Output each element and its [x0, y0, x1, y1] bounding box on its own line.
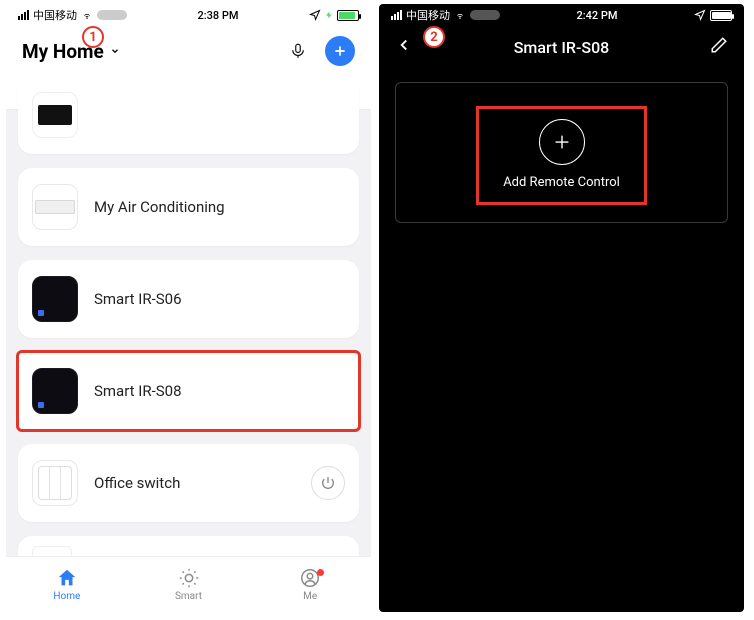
annotation-badge-2: 2: [423, 26, 445, 48]
switch-icon: [32, 460, 78, 506]
add-remote-button[interactable]: Add Remote Control: [481, 111, 642, 200]
signal-icon: [391, 10, 402, 20]
location-icon: [694, 9, 706, 21]
ir-device-icon: [32, 276, 78, 322]
status-pill: [470, 10, 500, 20]
nav-home[interactable]: Home: [6, 557, 128, 612]
chevron-down-icon: [110, 46, 120, 56]
plus-circle-icon: [539, 119, 585, 165]
screen-1-home: 1 中国移动 2:38 PM My Home: [6, 4, 371, 612]
back-button[interactable]: [395, 36, 413, 58]
nav-label: Me: [303, 591, 317, 602]
charging-icon: [325, 9, 333, 21]
page-title: Smart IR-S08: [514, 38, 610, 57]
add-device-button[interactable]: [325, 36, 355, 66]
add-remote-label: Add Remote Control: [503, 175, 620, 190]
carrier-label: 中国移动: [33, 7, 77, 23]
signal-icon: [18, 10, 29, 20]
edit-button[interactable]: [710, 36, 728, 58]
home-header: My Home: [6, 26, 371, 72]
power-button[interactable]: [311, 466, 345, 500]
chevron-left-icon: [395, 36, 413, 54]
ir-device-icon: [32, 368, 78, 414]
device-name: Office switch: [94, 474, 180, 492]
home-icon: [56, 567, 78, 589]
status-pill: [97, 10, 127, 20]
annotation-badge-1: 1: [82, 26, 104, 48]
clock: 2:42 PM: [576, 9, 617, 22]
microphone-icon[interactable]: [289, 40, 307, 62]
bottom-nav: Home Smart Me: [6, 556, 371, 612]
nav-label: Smart: [175, 591, 202, 602]
device-name: Smart IR-S08: [94, 382, 182, 400]
device-name: My Air Conditioning: [94, 198, 225, 216]
battery-icon: [337, 10, 359, 21]
screen-2-device-detail: 2 中国移动 2:42 PM Smart IR-S08: [379, 4, 744, 612]
notification-dot: [317, 569, 324, 576]
battery-icon: [710, 10, 732, 21]
sun-icon: [178, 567, 200, 589]
wifi-icon: [81, 11, 93, 20]
status-bar: 中国移动 2:42 PM: [379, 4, 744, 26]
device-list: My Air Conditioning Smart IR-S06 Smart I…: [6, 76, 371, 580]
wifi-icon: [454, 11, 466, 20]
plus-icon: [332, 43, 348, 59]
power-icon: [320, 475, 336, 491]
ac-icon: [32, 184, 78, 230]
location-icon: [309, 9, 321, 21]
add-remote-panel: Add Remote Control: [395, 82, 728, 223]
status-bar: 中国移动 2:38 PM: [6, 4, 371, 26]
device-card-ir06[interactable]: Smart IR-S06: [18, 260, 359, 338]
home-selector[interactable]: My Home: [22, 40, 120, 63]
device-name: Smart IR-S06: [94, 290, 182, 308]
nav-smart[interactable]: Smart: [128, 557, 250, 612]
device-card-switch[interactable]: Office switch: [18, 444, 359, 522]
device-card-tv[interactable]: [18, 76, 359, 154]
tv-icon: [32, 92, 78, 138]
pencil-icon: [710, 36, 728, 54]
device-card-ac[interactable]: My Air Conditioning: [18, 168, 359, 246]
clock: 2:38 PM: [197, 9, 238, 22]
carrier-label: 中国移动: [406, 7, 450, 23]
device-card-ir08[interactable]: Smart IR-S08: [18, 352, 359, 430]
nav-label: Home: [53, 591, 80, 602]
nav-me[interactable]: Me: [249, 557, 371, 612]
